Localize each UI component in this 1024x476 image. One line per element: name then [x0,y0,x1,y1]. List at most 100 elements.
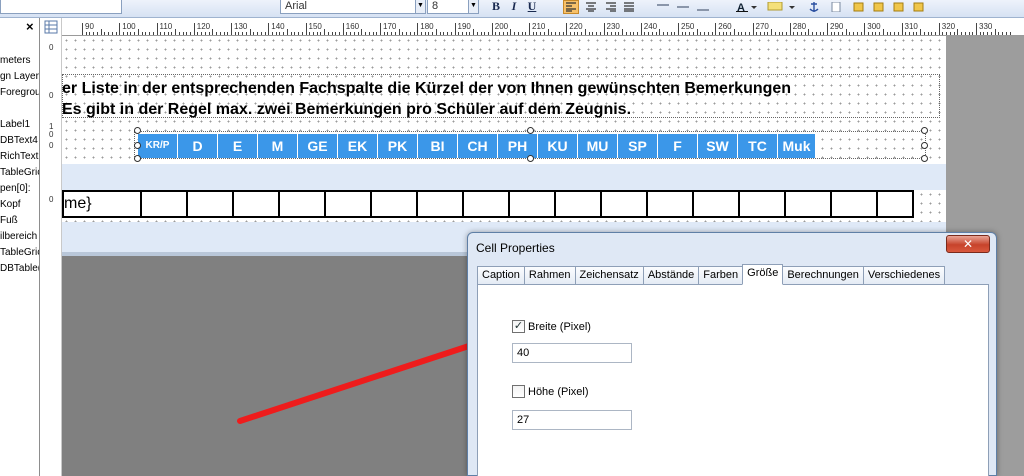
underline-button[interactable]: U [524,0,540,14]
subject-cell[interactable]: Muk [778,134,816,158]
font-size-dropdown-icon[interactable]: ▼ [468,0,479,14]
tab-gr-e[interactable]: Größe [742,264,784,285]
subject-cell[interactable]: PK [378,134,418,158]
selection-handle[interactable] [134,127,141,134]
grid-cell[interactable] [694,192,740,216]
height-checkbox[interactable] [512,385,525,398]
grid-cell[interactable] [234,192,280,216]
subject-cell[interactable]: D [178,134,218,158]
ruler-tick [231,23,232,35]
subject-cell[interactable]: SW [698,134,738,158]
ruler-tick [420,32,422,35]
tab-caption[interactable]: Caption [477,266,525,285]
subject-cell[interactable]: KU [538,134,578,158]
tree-item[interactable]: DBText4 [0,135,38,146]
vertical-align-icons[interactable] [655,2,715,12]
grid-cell[interactable] [142,192,188,216]
tree-item[interactable]: RichText [0,151,38,162]
anchor-icon[interactable] [808,2,820,12]
ruler-tick [733,29,735,35]
grid-cell[interactable] [602,192,648,216]
selection-handle[interactable] [921,142,928,149]
tree-item[interactable]: Label1 [0,119,30,130]
tab-farben[interactable]: Farben [698,266,744,285]
subject-header-row[interactable]: KR/P D E M GE EK PK BI CH PH KU MU SP F SW TC Muk [138,134,816,158]
grid-cell[interactable] [464,192,510,216]
tree-item[interactable]: TableGric [0,167,39,178]
align-center-button[interactable] [583,0,599,14]
height-checkbox-row[interactable]: Höhe (Pixel) [512,385,589,398]
grid-cell[interactable] [418,192,464,216]
tab-berechnungen[interactable]: Berechnungen [782,266,864,285]
tab-verschiedenes[interactable]: Verschiedenes [862,266,946,285]
tree-item[interactable]: TableGric [0,247,39,258]
ruler-tick [145,32,147,35]
subject-cell[interactable]: CH [458,134,498,158]
grid-cell[interactable] [832,192,878,216]
page-icon[interactable] [830,2,842,12]
align-left-button[interactable] [563,0,579,14]
fill-color-icon[interactable] [765,2,801,12]
selection-handle[interactable] [134,155,141,162]
selection-handle[interactable] [921,127,928,134]
grid-cell[interactable] [556,192,602,216]
selection-handle[interactable] [134,142,141,149]
height-input[interactable]: 27 [512,410,632,430]
grid-cell[interactable] [786,192,832,216]
subject-cell[interactable]: BI [418,134,458,158]
grid-cell[interactable] [648,192,694,216]
subject-cell[interactable]: F [658,134,698,158]
grid-cell[interactable] [740,192,786,216]
font-name-combo[interactable]: Arial [280,0,418,14]
subject-cell[interactable]: SP [618,134,658,158]
subject-cell[interactable]: TC [738,134,778,158]
tree-item[interactable]: DBTable( [0,263,39,274]
font-color-icon[interactable]: A [735,2,757,12]
grid-cell[interactable] [188,192,234,216]
name-cell[interactable]: me} [64,192,142,216]
dialog-close-button[interactable]: ✕ [946,235,990,253]
tab-abst-nde[interactable]: Abstände [642,266,700,285]
dialog-titlebar[interactable]: Cell Properties ✕ [468,233,996,261]
tree-item[interactable]: Fuß [0,215,18,226]
font-name-dropdown-icon[interactable]: ▼ [415,0,426,14]
width-checkbox-row[interactable]: ✓ Breite (Pixel) [512,320,591,333]
selection-handle[interactable] [921,155,928,162]
tree-item[interactable]: Foregrou [0,87,39,98]
selection-handle[interactable] [527,127,534,134]
tree-item[interactable]: pen[0]: [0,183,31,194]
bold-button[interactable]: B [488,0,504,14]
tab-zeichensatz[interactable]: Zeichensatz [574,266,644,285]
subject-cell[interactable]: KR/P [138,134,178,158]
subject-cell[interactable]: E [218,134,258,158]
grid-cell[interactable] [510,192,556,216]
width-input[interactable]: 40 [512,343,632,363]
tree-item[interactable]: gn Layer [0,71,39,82]
tree-item[interactable]: meters [0,55,31,66]
grid-cell[interactable] [280,192,326,216]
subject-cell[interactable]: GE [298,134,338,158]
grid-cell[interactable] [326,192,372,216]
tree-item[interactable]: ilbereich [0,231,37,242]
italic-button[interactable]: I [506,0,522,14]
toolbar-left-field[interactable] [0,0,122,14]
selection-handle[interactable] [527,155,534,162]
grid-cell[interactable] [878,192,912,216]
subject-cell[interactable]: M [258,134,298,158]
align-right-button[interactable] [603,0,619,14]
grid-cell[interactable] [372,192,418,216]
subject-cell[interactable]: MU [578,134,618,158]
student-table-row[interactable]: me} [62,190,914,218]
tree-item[interactable]: Kopf [0,199,21,210]
arrange-icons[interactable] [852,2,942,12]
ruler-corner-icon[interactable] [44,20,58,34]
width-label: Breite (Pixel) [528,320,591,333]
width-checkbox[interactable]: ✓ [512,320,525,333]
font-size-combo[interactable]: 8 [427,0,471,14]
ruler-tick [353,32,355,35]
subject-cell[interactable]: EK [338,134,378,158]
tree-close-icon[interactable]: × [26,19,34,34]
tab-rahmen[interactable]: Rahmen [523,266,576,285]
justify-button[interactable] [621,0,637,14]
ruler-tick [361,29,363,35]
